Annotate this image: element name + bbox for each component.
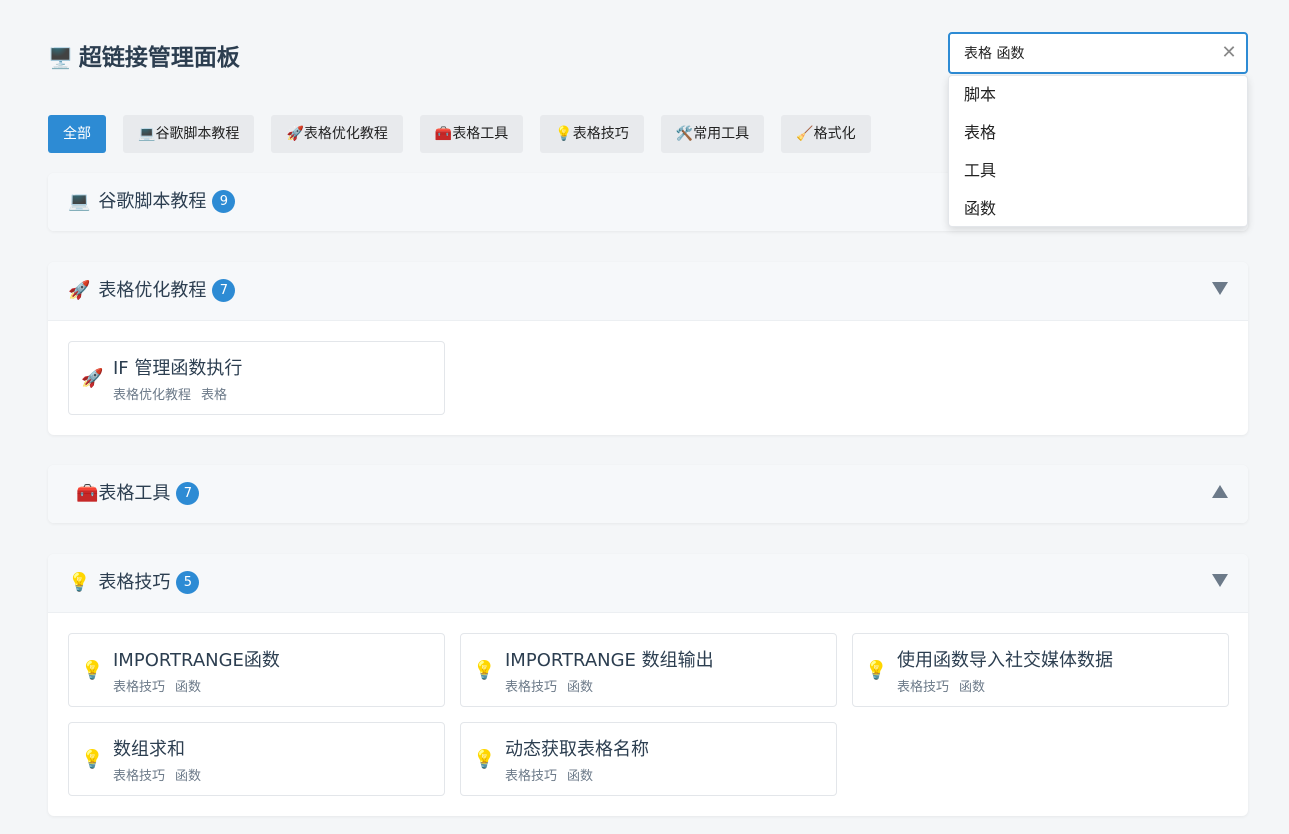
link-card[interactable]: 💡 IMPORTRANGE 数组输出 表格技巧 函数 xyxy=(460,633,837,707)
search-suggestions: 脚本 表格 工具 函数 xyxy=(948,75,1248,227)
section-title: 表格技巧 xyxy=(98,572,171,593)
card-tags: 表格技巧 函数 xyxy=(505,765,603,784)
filter-common-tools[interactable]: 🛠️常用工具 xyxy=(660,115,765,153)
tag: 表格技巧 xyxy=(505,769,558,784)
card-title: 动态获取表格名称 xyxy=(505,739,649,760)
card-title: 使用函数导入社交媒体数据 xyxy=(897,650,1113,671)
filter-sheet-optimization[interactable]: 🚀表格优化教程 xyxy=(271,115,403,153)
section-sheet-optimization: 🚀 表格优化教程 7 🚀 IF 管理函数执行 表格优化教程 表格 xyxy=(48,262,1248,435)
section-body: 🚀 IF 管理函数执行 表格优化教程 表格 xyxy=(48,320,1248,435)
tools-icon: 🛠️ xyxy=(675,126,694,142)
link-card[interactable]: 🚀 IF 管理函数执行 表格优化教程 表格 xyxy=(68,341,445,415)
suggestion-item[interactable]: 工具 xyxy=(949,152,1247,190)
lightbulb-icon: 💡 xyxy=(68,572,91,593)
card-title: 数组求和 xyxy=(113,739,185,760)
page-title-text: 超链接管理面板 xyxy=(78,45,240,71)
section-header[interactable]: 🧰表格工具 7 xyxy=(48,465,1248,523)
tag: 函数 xyxy=(567,680,594,695)
card-title: IMPORTRANGE函数 xyxy=(113,650,280,671)
link-card[interactable]: 💡 动态获取表格名称 表格技巧 函数 xyxy=(460,722,837,796)
laptop-icon: 💻 xyxy=(68,191,91,212)
card-tags: 表格技巧 函数 xyxy=(505,676,603,695)
count-badge: 9 xyxy=(212,190,236,213)
search-input[interactable] xyxy=(964,34,1214,72)
lightbulb-icon: 💡 xyxy=(81,660,104,681)
section-title: 谷歌脚本教程 xyxy=(98,191,207,212)
section-header[interactable]: 💡 表格技巧 5 xyxy=(48,554,1248,612)
suggestion-item[interactable]: 函数 xyxy=(949,190,1247,228)
toolbox-icon: 🧰 xyxy=(76,483,99,504)
monitor-icon: 🖥️ xyxy=(48,46,73,70)
search-box[interactable]: ✕ xyxy=(948,32,1248,74)
rocket-icon: 🚀 xyxy=(68,280,91,301)
suggestion-item[interactable]: 脚本 xyxy=(949,76,1247,114)
link-card[interactable]: 💡 IMPORTRANGE函数 表格技巧 函数 xyxy=(68,633,445,707)
section-title: 表格优化教程 xyxy=(98,280,207,301)
expand-arrow-icon[interactable] xyxy=(1212,485,1228,498)
filter-sheet-tips[interactable]: 💡表格技巧 xyxy=(540,115,644,153)
card-tags: 表格优化教程 表格 xyxy=(113,384,237,403)
section-title: 表格工具 xyxy=(98,483,171,504)
clear-icon[interactable]: ✕ xyxy=(1220,44,1238,62)
broom-icon: 🧹 xyxy=(796,126,814,142)
card-tags: 表格技巧 函数 xyxy=(113,676,211,695)
tag: 函数 xyxy=(175,680,202,695)
tag: 表格 xyxy=(201,388,228,403)
count-badge: 5 xyxy=(176,571,200,594)
rocket-icon: 🚀 xyxy=(286,126,304,142)
filter-all[interactable]: 全部 xyxy=(48,115,106,153)
count-badge: 7 xyxy=(176,482,200,505)
link-card[interactable]: 💡 使用函数导入社交媒体数据 表格技巧 函数 xyxy=(852,633,1229,707)
page-title: 🖥️ 超链接管理面板 xyxy=(48,38,240,72)
card-tags: 表格技巧 函数 xyxy=(897,676,995,695)
section-body: 💡 IMPORTRANGE函数 表格技巧 函数 💡 IMPORTRANGE 数组输… xyxy=(48,612,1248,816)
category-filters: 全部 💻谷歌脚本教程 🚀表格优化教程 🧰表格工具 💡表格技巧 🛠️常用工具 🧹格式化 xyxy=(48,115,888,153)
count-badge: 7 xyxy=(212,279,236,302)
lightbulb-icon: 💡 xyxy=(473,749,496,770)
card-tags: 表格技巧 函数 xyxy=(113,765,211,784)
toolbox-icon: 🧰 xyxy=(434,126,453,142)
tag: 表格技巧 xyxy=(505,680,558,695)
filter-google-script[interactable]: 💻谷歌脚本教程 xyxy=(123,115,255,153)
section-sheet-tools: 🧰表格工具 7 xyxy=(48,465,1248,523)
header: 🖥️超链接管理面板 ✕ xyxy=(48,32,1248,74)
laptop-icon: 💻 xyxy=(138,126,156,142)
filter-sheet-tools[interactable]: 🧰表格工具 xyxy=(419,115,524,153)
tag: 函数 xyxy=(175,769,202,784)
suggestion-item[interactable]: 表格 xyxy=(949,114,1247,152)
section-header[interactable]: 🚀 表格优化教程 7 xyxy=(48,262,1248,320)
card-title: IF 管理函数执行 xyxy=(113,358,243,379)
card-title: IMPORTRANGE 数组输出 xyxy=(505,650,714,671)
tag: 表格技巧 xyxy=(897,680,950,695)
tag: 表格技巧 xyxy=(113,769,166,784)
lightbulb-icon: 💡 xyxy=(865,660,888,681)
section-sheet-tips: 💡 表格技巧 5 💡 IMPORTRANGE函数 表格技巧 函数 💡 IMPORTRA… xyxy=(48,554,1248,816)
lightbulb-icon: 💡 xyxy=(473,660,496,681)
tag: 表格技巧 xyxy=(113,680,166,695)
collapse-arrow-icon[interactable] xyxy=(1212,282,1228,295)
tag: 函数 xyxy=(959,680,986,695)
lightbulb-icon: 💡 xyxy=(81,749,104,770)
link-card[interactable]: 💡 数组求和 表格技巧 函数 xyxy=(68,722,445,796)
lightbulb-icon: 💡 xyxy=(555,126,573,142)
tag: 表格优化教程 xyxy=(113,388,192,403)
collapse-arrow-icon[interactable] xyxy=(1212,574,1228,587)
rocket-icon: 🚀 xyxy=(81,368,104,389)
filter-format[interactable]: 🧹格式化 xyxy=(781,115,871,153)
tag: 函数 xyxy=(567,769,594,784)
